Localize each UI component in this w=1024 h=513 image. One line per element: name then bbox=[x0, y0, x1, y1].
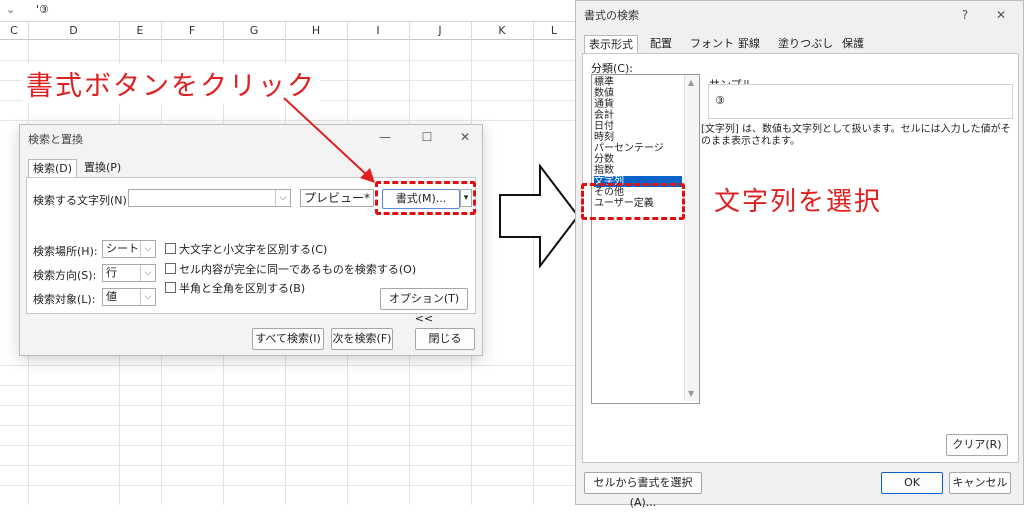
ok-button[interactable]: OK bbox=[881, 472, 943, 494]
match-entire-checkbox[interactable]: セル内容が完全に同一であるものを検索する(O) bbox=[165, 261, 416, 277]
close-icon[interactable]: ✕ bbox=[454, 128, 476, 146]
search-input[interactable]: ⌵ bbox=[128, 189, 291, 207]
category-list[interactable]: 標準 数値 通貨 会計 日付 時刻 パーセンテージ 分数 指数 文字列 その他 … bbox=[591, 74, 700, 404]
find-all-button[interactable]: すべて検索(I) bbox=[252, 328, 324, 350]
column-header[interactable]: L bbox=[533, 22, 575, 40]
chevron-down-icon[interactable]: ⌄ bbox=[6, 3, 15, 16]
lookin-label: 検索対象(L): bbox=[33, 293, 96, 306]
grid-line bbox=[0, 485, 575, 486]
within-label: 検索場所(H): bbox=[33, 245, 98, 258]
clear-button[interactable]: クリア(R) bbox=[946, 434, 1008, 456]
checkbox-label: セル内容が完全に同一であるものを検索する(O) bbox=[179, 263, 417, 276]
column-header[interactable]: J bbox=[409, 22, 472, 40]
formula-bar[interactable]: ⌄ '③ bbox=[0, 0, 575, 22]
list-item[interactable]: 数値 bbox=[594, 88, 614, 99]
match-width-checkbox[interactable]: 半角と全角を区別する(B) bbox=[165, 280, 305, 296]
grid-line bbox=[533, 40, 534, 505]
tab-font[interactable]: フォント bbox=[686, 35, 738, 53]
list-item[interactable]: 時刻 bbox=[594, 132, 614, 143]
list-item[interactable]: 日付 bbox=[594, 121, 614, 132]
cancel-button[interactable]: キャンセル bbox=[949, 472, 1011, 494]
dialog-title: 検索と置換 bbox=[28, 133, 83, 146]
maximize-icon[interactable]: ☐ bbox=[416, 128, 438, 146]
list-item[interactable]: 会計 bbox=[594, 110, 614, 121]
tab-protection[interactable]: 保護 bbox=[838, 35, 868, 53]
column-header[interactable]: C bbox=[0, 22, 29, 40]
annotation-click-format: 書式ボタンをクリック bbox=[22, 64, 320, 103]
flow-arrow-icon bbox=[499, 164, 580, 268]
search-label: 検索する文字列(N): bbox=[33, 194, 131, 207]
scroll-down-icon[interactable]: ▼ bbox=[688, 389, 694, 398]
pointer-arrow bbox=[283, 97, 375, 183]
grid-line bbox=[0, 405, 575, 406]
column-header[interactable]: G bbox=[223, 22, 286, 40]
formula-value[interactable]: '③ bbox=[36, 3, 49, 16]
column-header[interactable]: I bbox=[347, 22, 410, 40]
sample-value: ③ bbox=[715, 94, 725, 107]
checkbox-label: 半角と全角を区別する(B) bbox=[179, 282, 306, 295]
grid-line bbox=[0, 60, 575, 61]
checkbox-box[interactable] bbox=[165, 263, 176, 274]
tab-border[interactable]: 罫線 bbox=[734, 35, 764, 53]
direction-select[interactable]: 行 ⌵ bbox=[102, 264, 156, 282]
tab-alignment[interactable]: 配置 bbox=[646, 35, 676, 53]
within-select[interactable]: シート ⌵ bbox=[102, 240, 156, 258]
grid-line bbox=[0, 425, 575, 426]
help-icon[interactable]: ? bbox=[954, 6, 976, 24]
highlight-format-button bbox=[375, 181, 476, 215]
column-header[interactable]: D bbox=[28, 22, 120, 40]
tab-fill[interactable]: 塗りつぶし bbox=[774, 35, 837, 53]
tab-find[interactable]: 検索(D) bbox=[28, 159, 78, 178]
chevron-down-icon[interactable]: ⌵ bbox=[140, 241, 155, 257]
format-search-dialog: 書式の検索 ? ✕ 表示形式 配置 フォント 罫線 塗りつぶし 保護 分類(C)… bbox=[575, 0, 1024, 509]
checkbox-label: 大文字と小文字を区別する(C) bbox=[179, 243, 328, 256]
grid-line bbox=[0, 365, 575, 366]
grid-line bbox=[0, 385, 575, 386]
column-header[interactable]: F bbox=[161, 22, 224, 40]
choose-from-cell-button[interactable]: セルから書式を選択(A)... bbox=[584, 472, 702, 509]
format-preview: プレビュー* bbox=[300, 189, 374, 207]
column-header-row: C D E F G H I J K L bbox=[0, 22, 575, 40]
format-description: [文字列] は、数値も文字列として扱います。セルには入力した値がそのまま表示され… bbox=[701, 124, 1011, 147]
close-button[interactable]: 閉じる bbox=[415, 328, 475, 350]
find-replace-dialog: 検索と置換 — ☐ ✕ 検索(D) 置換(P) 検索する文字列(N): ⌵ プレ… bbox=[19, 124, 483, 356]
scroll-up-icon[interactable]: ▲ bbox=[688, 78, 694, 87]
highlight-text-category bbox=[581, 183, 685, 220]
close-icon[interactable]: ✕ bbox=[990, 6, 1012, 24]
grid-line bbox=[0, 465, 575, 466]
list-item[interactable]: 通貨 bbox=[594, 99, 614, 110]
number-format-panel: 分類(C): 標準 数値 通貨 会計 日付 時刻 パーセンテージ 分数 指数 文… bbox=[582, 53, 1019, 463]
column-header[interactable]: K bbox=[471, 22, 534, 40]
list-item[interactable]: 標準 bbox=[594, 77, 614, 88]
list-item[interactable]: 指数 bbox=[594, 165, 614, 176]
pointer-arrow-line bbox=[283, 97, 369, 177]
column-header[interactable]: H bbox=[285, 22, 348, 40]
tab-replace[interactable]: 置換(P) bbox=[80, 159, 125, 177]
annotation-select-text: 文字列を選択 bbox=[708, 181, 889, 218]
grid-line bbox=[0, 445, 575, 446]
list-item[interactable]: パーセンテージ bbox=[594, 143, 664, 154]
direction-label: 検索方向(S): bbox=[33, 269, 97, 282]
chevron-down-icon[interactable]: ⌵ bbox=[140, 265, 155, 281]
checkbox-box[interactable] bbox=[165, 243, 176, 254]
match-case-checkbox[interactable]: 大文字と小文字を区別する(C) bbox=[165, 241, 327, 257]
options-button[interactable]: オプション(T) << bbox=[380, 288, 468, 325]
sample-box: ③ bbox=[708, 84, 1013, 119]
checkbox-box[interactable] bbox=[165, 282, 176, 293]
dialog-title: 書式の検索 bbox=[584, 9, 639, 22]
tab-number-format[interactable]: 表示形式 bbox=[584, 35, 638, 54]
find-next-button[interactable]: 次を検索(F) bbox=[331, 328, 393, 350]
category-scrollbar[interactable]: ▲ ▼ bbox=[684, 75, 699, 401]
chevron-down-icon[interactable]: ⌵ bbox=[140, 289, 155, 305]
lookin-select[interactable]: 値 ⌵ bbox=[102, 288, 156, 306]
column-header[interactable]: E bbox=[119, 22, 162, 40]
list-item[interactable]: 分数 bbox=[594, 154, 614, 165]
chevron-down-icon[interactable]: ⌵ bbox=[275, 190, 290, 206]
